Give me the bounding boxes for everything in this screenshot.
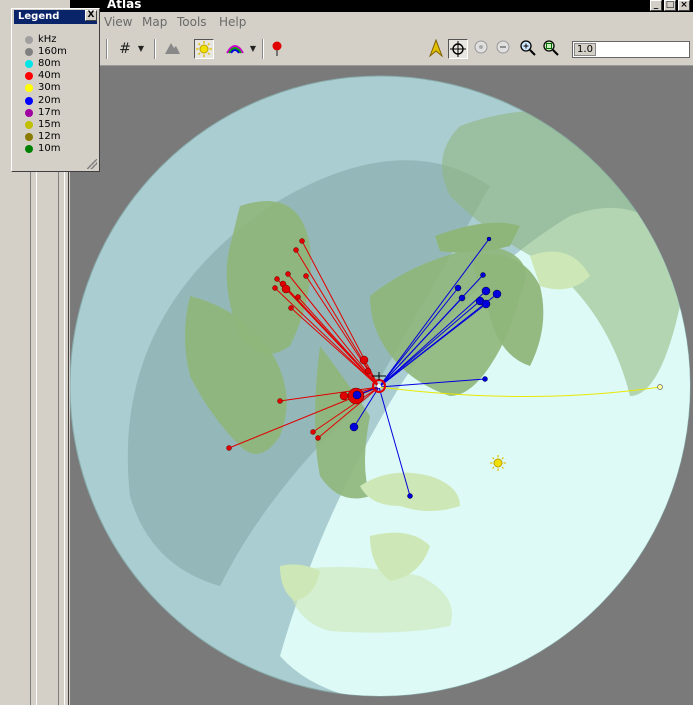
spot-40m	[285, 271, 291, 277]
close-button[interactable]: ×	[678, 0, 690, 11]
zoom-in-icon[interactable]	[518, 39, 538, 59]
spot-40m	[364, 367, 372, 375]
minimize-button[interactable]: _	[650, 0, 662, 11]
dropdown-arrow-icon[interactable]: ▼	[248, 39, 258, 59]
legend-label: 30m	[38, 82, 61, 94]
toolbar: # ▼ ▼ 1.0	[0, 32, 693, 66]
menu-bar: View Map Tools Help	[0, 12, 693, 32]
zoom-value: 1.0	[574, 43, 596, 56]
legend-color-swatch	[25, 120, 33, 129]
toolbar-separator	[106, 39, 108, 59]
menu-view[interactable]: View	[104, 15, 132, 29]
spot-40m	[359, 355, 369, 365]
grid-icon[interactable]: #	[115, 39, 135, 59]
legend-color-swatch	[25, 132, 33, 141]
legend-color-swatch	[25, 96, 33, 105]
azimuthal-map[interactable]	[70, 66, 693, 705]
spot-20m	[481, 286, 491, 296]
spot-40m	[310, 429, 316, 435]
spot-40m	[339, 391, 349, 401]
spot-40m	[299, 238, 305, 244]
legend-color-swatch	[25, 60, 33, 69]
resize-grip-icon[interactable]	[87, 159, 97, 169]
map-canvas[interactable]	[70, 66, 693, 705]
spot-30m	[657, 384, 663, 390]
legend-label: 40m	[38, 70, 61, 82]
sun-icon[interactable]	[194, 39, 214, 59]
spot-20m	[349, 422, 359, 432]
spot-20m	[458, 294, 466, 302]
legend-label: 15m	[38, 118, 61, 130]
spot-40m	[295, 294, 301, 300]
spot-20m	[492, 289, 502, 299]
legend-label: 17m	[38, 106, 61, 118]
legend-label: 80m	[38, 58, 61, 70]
toolbar-separator	[154, 39, 156, 59]
legend-color-swatch	[25, 36, 33, 44]
menu-map[interactable]: Map	[142, 15, 167, 29]
legend-color-swatch	[25, 72, 33, 81]
spot-20m	[407, 493, 413, 499]
legend-window[interactable]: Legend X kHz 160m 80m 40m 30m 20m 17m 15m 12m 10m	[11, 8, 100, 172]
spot-40m	[226, 445, 232, 451]
zoom-minus-icon[interactable]	[493, 39, 513, 59]
propagation-icon[interactable]	[225, 39, 245, 59]
legend-label: 10m	[38, 142, 61, 154]
menu-help[interactable]: Help	[219, 15, 246, 29]
spot-20m	[352, 390, 362, 400]
menu-tools[interactable]: Tools	[177, 15, 207, 29]
legend-label: 20m	[38, 94, 61, 106]
spot-40m	[288, 305, 294, 311]
spot-40m	[303, 273, 309, 279]
legend-close-button[interactable]: X	[85, 10, 97, 21]
legend-color-swatch	[25, 84, 33, 93]
zoom-slider[interactable]: 1.0	[572, 41, 690, 58]
maximize-button[interactable]: □	[664, 0, 676, 11]
zoom-fit-icon[interactable]	[541, 39, 561, 59]
legend-color-swatch	[25, 108, 33, 117]
spot-40m	[281, 284, 291, 294]
zoom-default-icon[interactable]	[471, 39, 491, 59]
dropdown-arrow-icon[interactable]: ▼	[136, 39, 146, 59]
spot-20m	[486, 236, 492, 242]
spot-40m	[293, 247, 299, 253]
compass-icon[interactable]	[426, 38, 446, 59]
window-title: Atlas	[107, 0, 142, 11]
marker-icon[interactable]	[268, 39, 288, 59]
toolbar-separator	[262, 39, 264, 59]
spot-20m	[480, 272, 486, 278]
legend-color-swatch	[25, 48, 33, 57]
legend-label: kHz	[38, 34, 57, 45]
spot-40m	[277, 398, 283, 404]
spot-20m	[481, 299, 491, 309]
legend-color-swatch	[25, 144, 33, 153]
spot-40m	[272, 285, 278, 291]
legend-label: 160m	[38, 46, 67, 58]
spot-20m	[482, 376, 488, 382]
center-target-icon[interactable]	[448, 39, 468, 59]
title-bar: Atlas _ □ ×	[0, 0, 693, 12]
terrain-icon[interactable]	[162, 39, 182, 59]
spot-40m	[274, 276, 280, 282]
spot-20m	[454, 284, 462, 292]
spot-40m	[315, 435, 321, 441]
legend-label: 12m	[38, 130, 61, 142]
